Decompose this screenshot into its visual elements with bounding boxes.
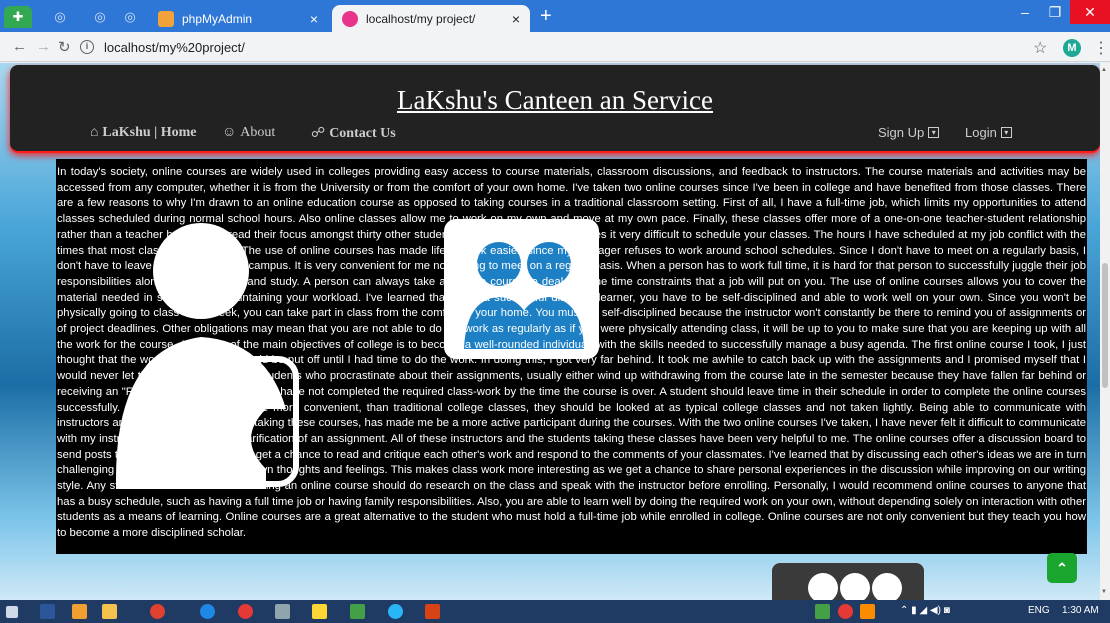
site-header: LaKshu's Canteen an Service ⌂ LaKshu | H… [10, 65, 1100, 151]
chat-dot-icon [840, 573, 870, 600]
nav-signup-dropdown[interactable]: Sign Up ▾ [878, 125, 940, 140]
chrome-icon[interactable] [150, 604, 165, 619]
telegram-icon[interactable] [388, 604, 403, 619]
new-tab-button[interactable]: + [540, 6, 552, 26]
file-explorer-icon[interactable] [102, 604, 117, 619]
tray-icons[interactable]: ⌃ ▮ ◢ ◀) ◙ [900, 605, 950, 616]
address-text: localhost/my%20project/ [104, 39, 245, 55]
minimize-button[interactable]: – [1010, 4, 1040, 20]
page-viewport: LaKshu's Canteen an Service ⌂ LaKshu | H… [0, 63, 1100, 600]
bookmark-star-icon[interactable]: ☆ [1033, 38, 1047, 58]
nav-contact-link[interactable]: ☍ Contact Us [311, 125, 396, 142]
pinned-tab-icon[interactable]: ✚ [4, 6, 32, 28]
close-tab-icon[interactable]: × [310, 11, 318, 27]
nav-login-dropdown[interactable]: Login ▾ [965, 125, 1012, 140]
chat-widget[interactable] [772, 563, 924, 600]
close-window-button[interactable]: ✕ [1070, 0, 1110, 24]
reload-icon[interactable]: ↻ [58, 38, 71, 56]
page-scrollbar[interactable]: ▲ ▼ [1100, 63, 1110, 600]
scroll-down-icon[interactable]: ▼ [1101, 589, 1107, 595]
site-favicon-icon [342, 10, 358, 27]
tray-app-icon-3[interactable] [860, 604, 875, 619]
menu-kebab-icon[interactable]: ⋮ [1093, 38, 1109, 58]
chat-dot-icon [872, 573, 902, 600]
scroll-up-icon[interactable]: ▲ [1101, 67, 1107, 73]
article-panel: In today's society, online courses are w… [56, 159, 1087, 554]
word-icon[interactable] [40, 604, 55, 619]
caret-down-icon: ▾ [928, 127, 940, 138]
pinned-tab-chrome-icon[interactable]: ◎ [46, 6, 74, 28]
article-text: In today's society, online courses are w… [57, 166, 1086, 540]
taskbar-clock[interactable]: 1:30 AM [1062, 605, 1099, 616]
tab-title: localhost/my project/ [366, 11, 476, 26]
app-icon-4[interactable] [350, 604, 365, 619]
nav-home-label: LaKshu | Home [102, 125, 197, 140]
windows-start-icon[interactable] [6, 606, 18, 618]
nav-signup-label: Sign Up [878, 125, 925, 140]
close-tab-icon[interactable]: × [512, 11, 520, 27]
back-to-top-button[interactable]: ⌃ [1047, 553, 1077, 583]
browser-tab-strip: ✚ ◎ ◎ ◎ phpMyAdmin × localhost/my projec… [0, 0, 1110, 32]
tray-app-icon[interactable] [815, 604, 830, 619]
pinned-tab-chrome-icon-3[interactable]: ◎ [116, 6, 144, 28]
scrollbar-thumb[interactable] [1102, 263, 1108, 388]
nav-login-label: Login [965, 125, 997, 140]
tab-phpmyadmin[interactable]: phpMyAdmin × [148, 5, 328, 32]
address-bar[interactable]: i localhost/my%20project/ [80, 36, 1020, 58]
smile-icon: ☺ [222, 125, 237, 140]
site-title[interactable]: LaKshu's Canteen an Service [10, 85, 1100, 116]
back-arrow-icon[interactable]: ← [12, 38, 27, 55]
maximize-button[interactable]: ❐ [1040, 4, 1070, 21]
windows-taskbar: ⌃ ▮ ◢ ◀) ◙ ENG 1:30 AM [0, 600, 1110, 623]
app-icon-3[interactable] [312, 604, 327, 619]
tray-app-icon-2[interactable] [838, 604, 853, 619]
nav-about-label: About [240, 125, 276, 140]
nav-about-link[interactable]: ☺ About [222, 125, 275, 141]
chat-dot-icon [808, 573, 838, 600]
language-indicator[interactable]: ENG [1028, 605, 1050, 616]
pinned-tab-chrome-icon-2[interactable]: ◎ [86, 6, 114, 28]
nav-contact-label: Contact Us [329, 125, 396, 141]
nav-home-link[interactable]: ⌂ LaKshu | Home [90, 125, 197, 141]
edge-icon[interactable] [200, 604, 215, 619]
browser-toolbar: ← → ↻ i localhost/my%20project/ ☆ M ⋮ [0, 32, 1110, 62]
tab-title: phpMyAdmin [182, 11, 253, 26]
powerpoint-icon[interactable] [425, 604, 440, 619]
phpmyadmin-favicon-icon [158, 10, 174, 27]
home-icon: ⌂ [90, 125, 99, 140]
vlc-icon[interactable] [72, 604, 87, 619]
link-icon: ☍ [311, 126, 326, 141]
caret-down-icon: ▾ [1000, 127, 1012, 138]
tab-localhost[interactable]: localhost/my project/ × [332, 5, 530, 32]
profile-avatar[interactable]: M [1063, 39, 1081, 57]
info-icon[interactable]: i [80, 40, 94, 54]
app-icon-2[interactable] [275, 604, 290, 619]
app-icon[interactable] [238, 604, 253, 619]
forward-arrow-icon[interactable]: → [36, 38, 51, 55]
